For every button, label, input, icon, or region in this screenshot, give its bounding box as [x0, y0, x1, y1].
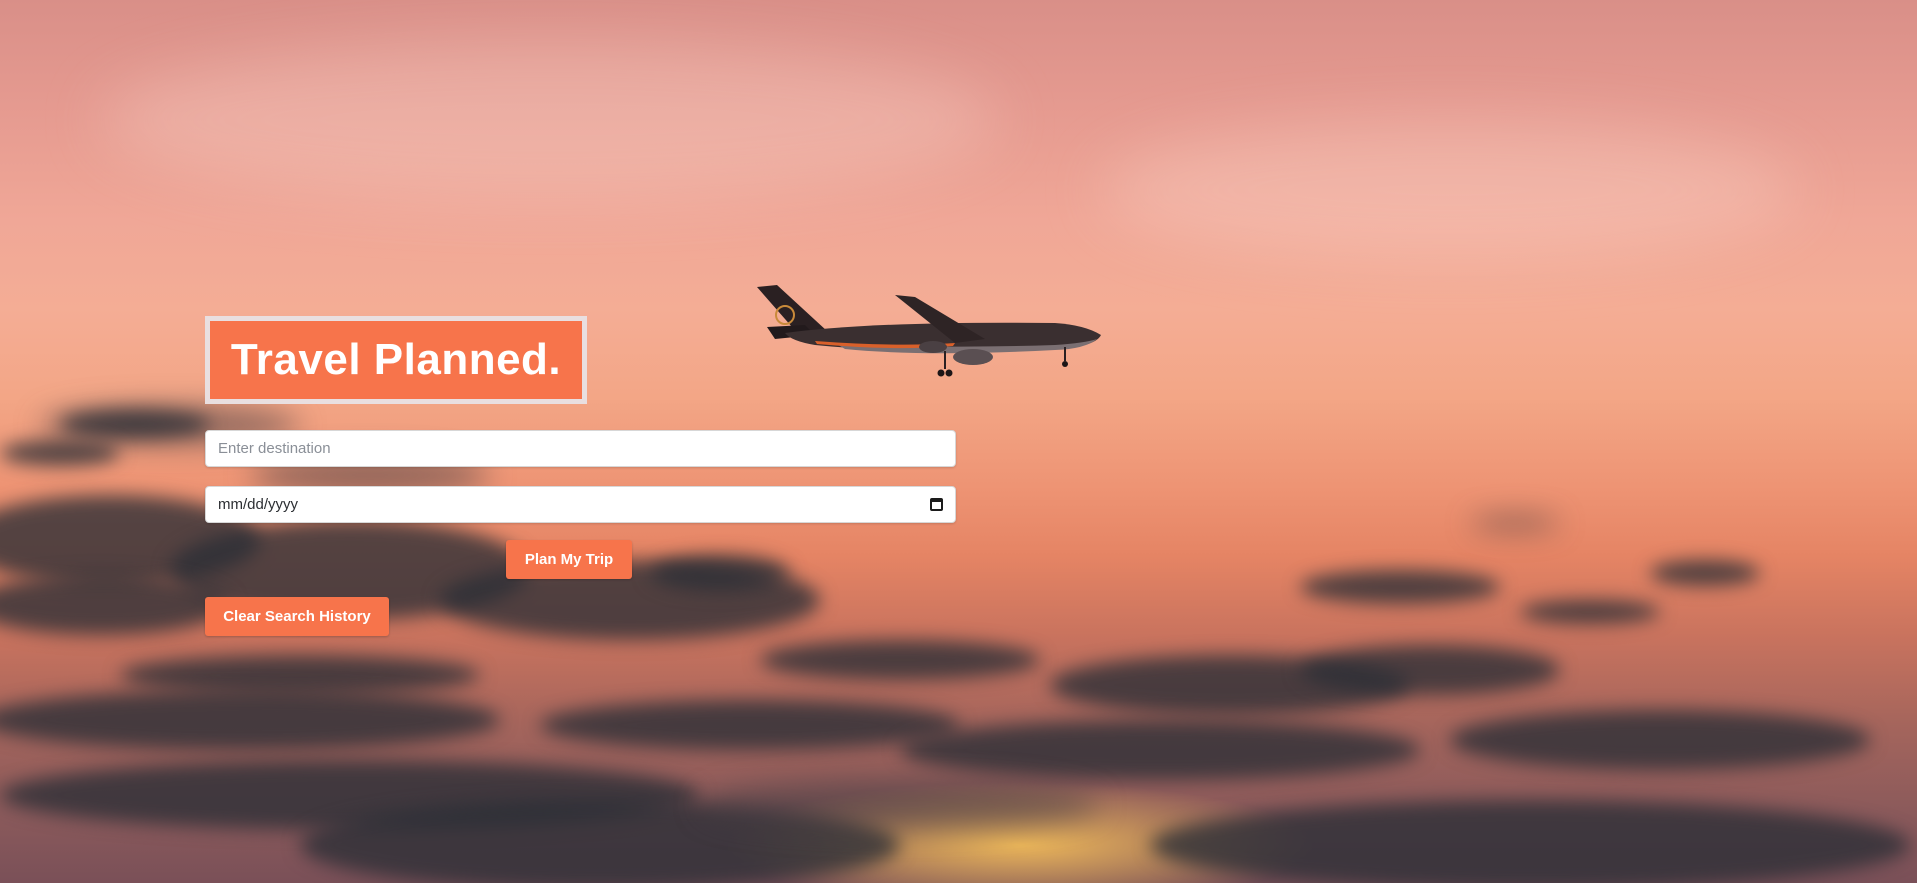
date-value: mm/dd/yyyy — [218, 496, 299, 513]
destination-placeholder: Enter destination — [218, 440, 331, 457]
calendar-icon[interactable] — [930, 498, 943, 511]
destination-input[interactable]: Enter destination — [205, 430, 956, 467]
date-input[interactable]: mm/dd/yyyy — [205, 486, 956, 523]
airplane-icon — [757, 285, 1101, 377]
page-title: Travel Planned. — [230, 335, 562, 384]
site-title-box: Travel Planned. — [205, 316, 587, 404]
clear-search-history-button[interactable]: Clear Search History — [205, 597, 389, 636]
plan-my-trip-button[interactable]: Plan My Trip — [506, 540, 632, 579]
